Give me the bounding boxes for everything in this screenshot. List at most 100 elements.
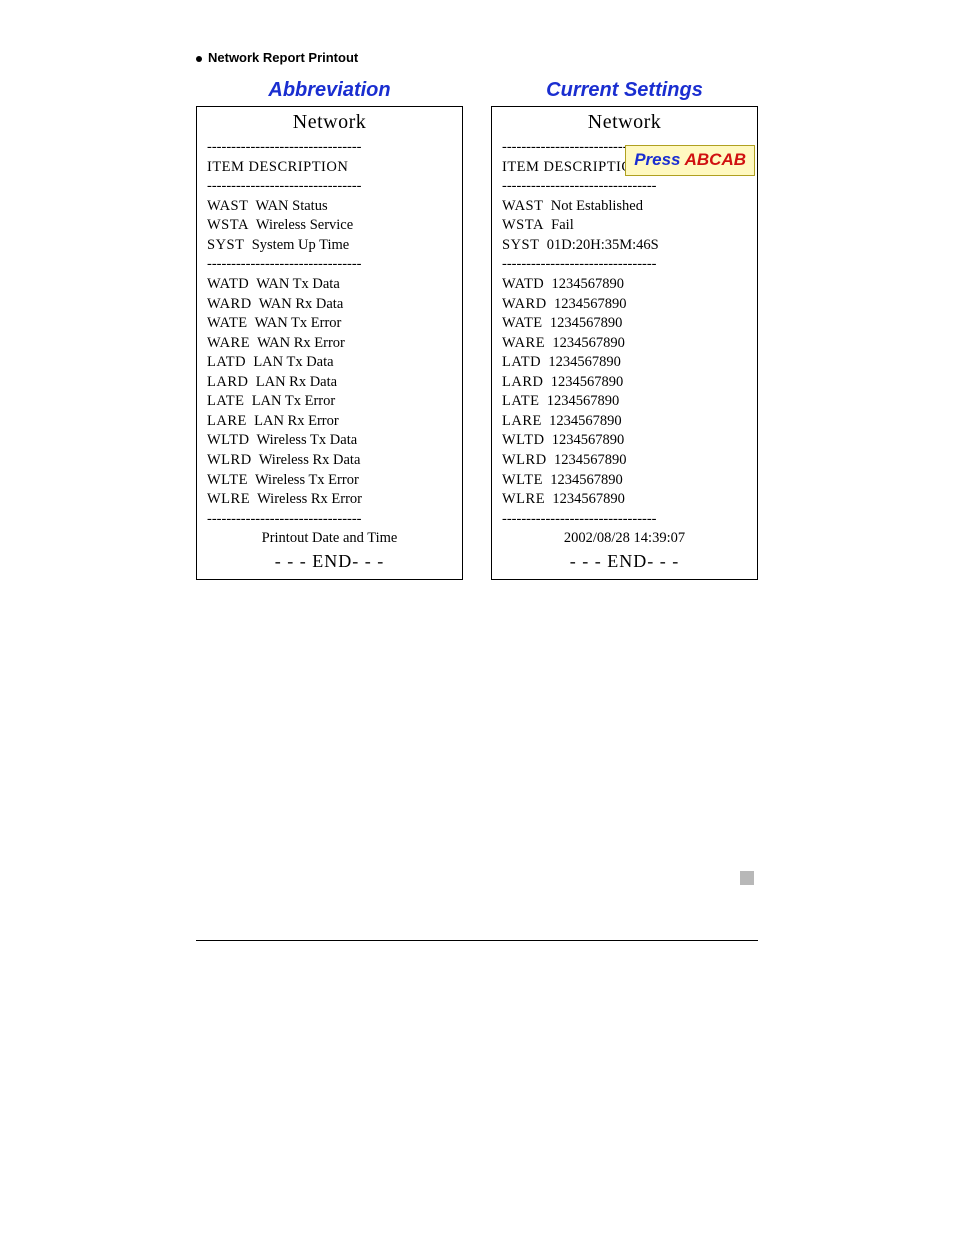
row-code: WATD — [207, 276, 249, 292]
dash-line: -------------------------------- — [207, 255, 452, 275]
row-code: LATE — [207, 393, 244, 409]
callout: Press ABCAB — [625, 145, 755, 176]
row-code: LATD — [502, 354, 541, 370]
footer-right: 2002/08/28 14:39:07 — [502, 529, 747, 549]
row-value: Fail — [551, 217, 574, 233]
bullet-icon — [196, 56, 202, 62]
report-row: WSTA Wireless Service — [207, 216, 452, 236]
row-code: WARD — [207, 296, 252, 312]
col-header-left: Abbreviation — [196, 79, 463, 102]
report-row: WLTD Wireless Tx Data — [207, 431, 452, 451]
report-row: WATE WAN Tx Error — [207, 314, 452, 334]
panel-current-settings: Network --------------------------------… — [491, 106, 758, 580]
row-code: WATD — [502, 276, 544, 292]
report-row: WARD WAN Rx Data — [207, 295, 452, 315]
report-row: WATE 1234567890 — [502, 314, 747, 334]
row-code: WLTE — [207, 472, 248, 488]
report-row: LATE 1234567890 — [502, 392, 747, 412]
report-row: WAST WAN Status — [207, 197, 452, 217]
row-code: WLRD — [207, 452, 252, 468]
dash-line: -------------------------------- — [502, 177, 747, 197]
row-value: 1234567890 — [547, 393, 620, 409]
row-code: WLRD — [502, 452, 547, 468]
report-row: WLTE 1234567890 — [502, 471, 747, 491]
columns: Abbreviation Network -------------------… — [196, 79, 758, 580]
row-value: WAN Tx Data — [256, 276, 340, 292]
row-code: WARE — [502, 335, 545, 351]
report-row: WAST Not Established — [502, 197, 747, 217]
row-code: WLTD — [207, 432, 250, 448]
row-value: WAN Rx Data — [259, 296, 344, 312]
row-value: LAN Tx Error — [252, 393, 336, 409]
report-row: WLRD Wireless Rx Data — [207, 451, 452, 471]
row-code: WSTA — [502, 217, 544, 233]
report-row: WATD 1234567890 — [502, 275, 747, 295]
report-row: WSTA Fail — [502, 216, 747, 236]
row-value: Wireless Tx Error — [255, 472, 359, 488]
report-row: WARE 1234567890 — [502, 334, 747, 354]
page-marker — [740, 871, 754, 885]
report-row: LARD LAN Rx Data — [207, 373, 452, 393]
report-row: WARD 1234567890 — [502, 295, 747, 315]
row-value: LAN Rx Data — [256, 374, 337, 390]
col-abbreviation: Abbreviation Network -------------------… — [196, 79, 463, 580]
row-value: 1234567890 — [548, 354, 621, 370]
report-row: LARE 1234567890 — [502, 412, 747, 432]
row-value: WAN Rx Error — [257, 335, 345, 351]
row-code: LARD — [502, 374, 543, 390]
row-code: WARE — [207, 335, 250, 351]
report-row: LATD 1234567890 — [502, 353, 747, 373]
report-row: LARD 1234567890 — [502, 373, 747, 393]
report-row: SYST System Up Time — [207, 236, 452, 256]
page-rule — [196, 940, 758, 941]
row-code: WLRE — [207, 491, 250, 507]
row-value: LAN Tx Data — [253, 354, 333, 370]
col-header-right: Current Settings — [491, 79, 758, 102]
row-value: 1234567890 — [554, 296, 627, 312]
row-code: WLRE — [502, 491, 545, 507]
row-code: SYST — [207, 237, 244, 253]
row-code: WATE — [207, 315, 248, 331]
col-current-settings: Current Settings Network ---------------… — [491, 79, 758, 580]
report-row: SYST 01D:20H:35M:46S — [502, 236, 747, 256]
row-value: System Up Time — [252, 237, 350, 253]
row-value: 1234567890 — [550, 472, 623, 488]
section-title: Network Report Printout — [196, 50, 758, 65]
item-header-left: ITEM DESCRIPTION — [207, 158, 452, 178]
row-code: SYST — [502, 237, 539, 253]
row-code: WLTD — [502, 432, 545, 448]
dash-line: -------------------------------- — [502, 255, 747, 275]
row-value: 1234567890 — [554, 452, 627, 468]
section-title-text: Network Report Printout — [208, 50, 358, 65]
row-value: 1234567890 — [549, 413, 622, 429]
report-row: WLRE Wireless Rx Error — [207, 490, 452, 510]
footer-left: Printout Date and Time — [207, 529, 452, 549]
row-code: WATE — [502, 315, 543, 331]
row-code: WLTE — [502, 472, 543, 488]
row-code: WAST — [502, 198, 543, 214]
row-code: LARE — [207, 413, 247, 429]
report-row: WLTD 1234567890 — [502, 431, 747, 451]
row-value: Wireless Tx Data — [257, 432, 358, 448]
row-value: Not Established — [551, 198, 643, 214]
row-value: WAN Status — [255, 198, 327, 214]
row-code: LARE — [502, 413, 542, 429]
row-value: WAN Tx Error — [255, 315, 342, 331]
report-row: WARE WAN Rx Error — [207, 334, 452, 354]
row-value: LAN Rx Error — [254, 413, 339, 429]
end-right: - - - END- - - — [502, 549, 747, 573]
callout-press: Press — [634, 150, 684, 169]
row-value: Wireless Rx Error — [257, 491, 362, 507]
row-value: 1234567890 — [552, 335, 625, 351]
panel-title-right: Network — [502, 109, 747, 136]
row-value: Wireless Rx Data — [259, 452, 361, 468]
callout-key: ABCAB — [685, 150, 746, 169]
report-row: LARE LAN Rx Error — [207, 412, 452, 432]
row-code: WARD — [502, 296, 547, 312]
row-value: 1234567890 — [552, 432, 625, 448]
row-value: 1234567890 — [552, 491, 625, 507]
report-row: LATD LAN Tx Data — [207, 353, 452, 373]
end-left: - - - END- - - — [207, 549, 452, 573]
row-value: Wireless Service — [256, 217, 353, 233]
report-row: LATE LAN Tx Error — [207, 392, 452, 412]
